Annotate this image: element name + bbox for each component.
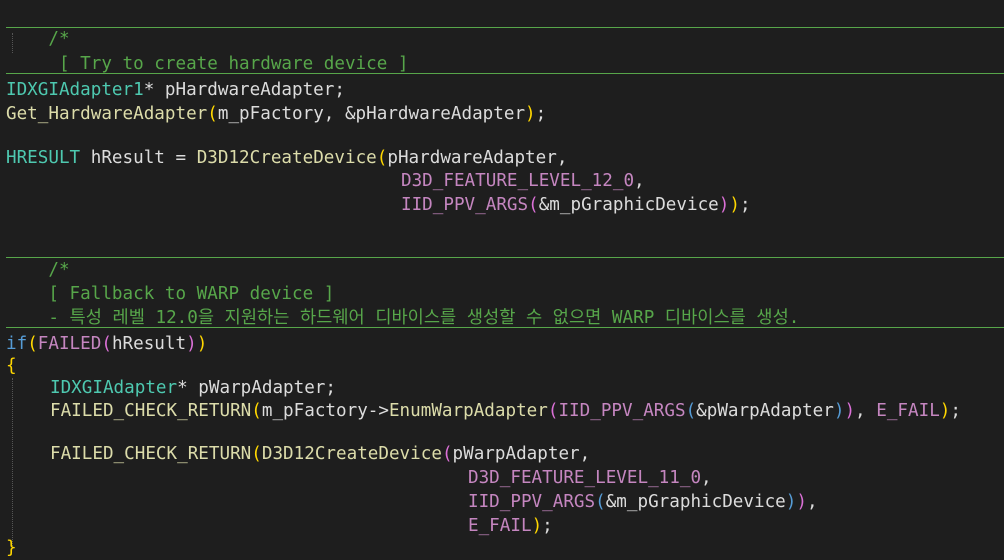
- paren: ): [729, 195, 740, 215]
- code-text: hResult =: [80, 148, 197, 168]
- type-token: IDXGIAdapter: [50, 378, 178, 398]
- macro-token: E_FAIL: [468, 516, 532, 536]
- code-text: * pWarpAdapter;: [177, 378, 336, 398]
- code-line[interactable]: HRESULT hResult = D3D12CreateDevice(pHar…: [6, 147, 567, 169]
- brace: {: [6, 356, 17, 376]
- function-token: EnumWarpAdapter: [388, 401, 548, 421]
- paren: ): [196, 334, 208, 354]
- keyword-token: if: [6, 334, 28, 354]
- code-line[interactable]: /*: [6, 6, 69, 49]
- code-line[interactable]: [ Fallback to WARP device ]: [6, 261, 334, 304]
- paren: (: [251, 401, 262, 421]
- paren: (: [685, 401, 697, 421]
- brace: }: [6, 538, 17, 558]
- code-line[interactable]: E_FAIL);: [468, 515, 553, 537]
- code-text: ,: [634, 171, 645, 191]
- comment-separator: [6, 257, 1004, 258]
- function-token: D3D12CreateDevice: [196, 148, 377, 168]
- code-text: ;: [950, 401, 961, 421]
- code-text: ;: [739, 195, 751, 215]
- macro-token: IID_PPV_ARGS: [558, 401, 686, 421]
- comment-separator: [6, 327, 1004, 328]
- code-text: ,: [701, 468, 712, 488]
- code-line[interactable]: D3D_FEATURE_LEVEL_12_0,: [401, 170, 645, 192]
- paren: ): [833, 401, 845, 421]
- code-text: ,: [855, 401, 877, 421]
- code-line[interactable]: FAILED_CHECK_RETURN(D3D12CreateDevice(pW…: [50, 443, 590, 465]
- code-text: m_pFactory, &pHardwareAdapter: [217, 104, 526, 124]
- code-text: pWarpAdapter,: [452, 444, 591, 464]
- paren: ): [525, 104, 536, 124]
- code-text: &m_pGraphicDevice: [605, 492, 786, 512]
- code-line[interactable]: - 특성 레벨 12.0을 지원하는 하드웨어 디바이스를 생성할 수 없으면 …: [6, 285, 799, 328]
- paren: ): [531, 516, 543, 536]
- macro-token: D3D_FEATURE_LEVEL_11_0: [468, 468, 702, 488]
- code-text: pHardwareAdapter,: [387, 148, 568, 168]
- code-line[interactable]: /*: [6, 237, 69, 280]
- comment-separator: [6, 27, 1004, 28]
- code-text: &pWarpAdapter: [696, 401, 834, 421]
- macro-token: FAILED: [37, 334, 102, 354]
- comment-token: [ Try to create hardware device ]: [48, 54, 409, 74]
- comment-separator: [6, 73, 1004, 74]
- code-text: * pHardwareAdapter;: [143, 80, 345, 100]
- code-line[interactable]: IID_PPV_ARGS(&m_pGraphicDevice));: [401, 194, 751, 216]
- paren: (: [101, 334, 112, 354]
- paren: (: [595, 492, 606, 512]
- code-text: &m_pGraphicDevice: [538, 195, 719, 215]
- code-line[interactable]: FAILED_CHECK_RETURN(m_pFactory->EnumWarp…: [50, 400, 961, 422]
- code-editor[interactable]: /* [ Try to create hardware device ] IDX…: [0, 0, 1004, 560]
- paren: (: [547, 401, 559, 421]
- code-line[interactable]: Get_HardwareAdapter(m_pFactory, &pHardwa…: [6, 103, 546, 125]
- function-token: Get_HardwareAdapter: [6, 104, 208, 124]
- code-text: hResult: [111, 334, 187, 354]
- paren: ): [785, 492, 797, 512]
- paren: (: [207, 104, 218, 124]
- indent-guide: [12, 378, 13, 548]
- code-text: ;: [542, 516, 553, 536]
- code-line[interactable]: IDXGIAdapter1* pHardwareAdapter;: [6, 79, 345, 101]
- code-text: m_pFactory->: [261, 401, 389, 421]
- code-line[interactable]: }: [6, 537, 17, 559]
- code-text: ;: [535, 104, 547, 124]
- paren: ): [939, 401, 951, 421]
- paren: ): [718, 195, 730, 215]
- macro-token: FAILED_CHECK_RETURN: [50, 444, 252, 464]
- code-text: ,: [806, 492, 818, 512]
- function-token: D3D12CreateDevice: [261, 444, 442, 464]
- paren: ): [186, 334, 197, 354]
- code-line[interactable]: D3D_FEATURE_LEVEL_11_0,: [468, 467, 712, 489]
- macro-token: FAILED_CHECK_RETURN: [50, 401, 252, 421]
- code-line[interactable]: IID_PPV_ARGS(&m_pGraphicDevice)),: [468, 491, 818, 513]
- type-token: IDXGIAdapter1: [6, 80, 144, 100]
- macro-token: IID_PPV_ARGS: [401, 195, 529, 215]
- paren: (: [376, 148, 388, 168]
- paren: (: [528, 195, 539, 215]
- paren: ): [796, 492, 807, 512]
- code-line[interactable]: [ Try to create hardware device ]: [6, 31, 409, 74]
- macro-token: D3D_FEATURE_LEVEL_12_0: [401, 171, 635, 191]
- paren: (: [441, 444, 453, 464]
- code-line[interactable]: {: [6, 355, 17, 377]
- macro-token: E_FAIL: [876, 401, 940, 421]
- code-line[interactable]: if(FAILED(hResult)): [6, 333, 207, 355]
- comment-text: [ Try to create hardware device ]: [58, 54, 409, 74]
- code-line[interactable]: IDXGIAdapter* pWarpAdapter;: [50, 377, 336, 399]
- paren: (: [251, 444, 262, 464]
- paren: (: [27, 334, 38, 354]
- comment-text: - 특성 레벨 12.0을 지원하는 하드웨어 디바이스를 생성할 수 없으면 …: [48, 308, 800, 328]
- paren: ): [844, 401, 856, 421]
- type-token: HRESULT: [6, 148, 81, 168]
- macro-token: IID_PPV_ARGS: [468, 492, 596, 512]
